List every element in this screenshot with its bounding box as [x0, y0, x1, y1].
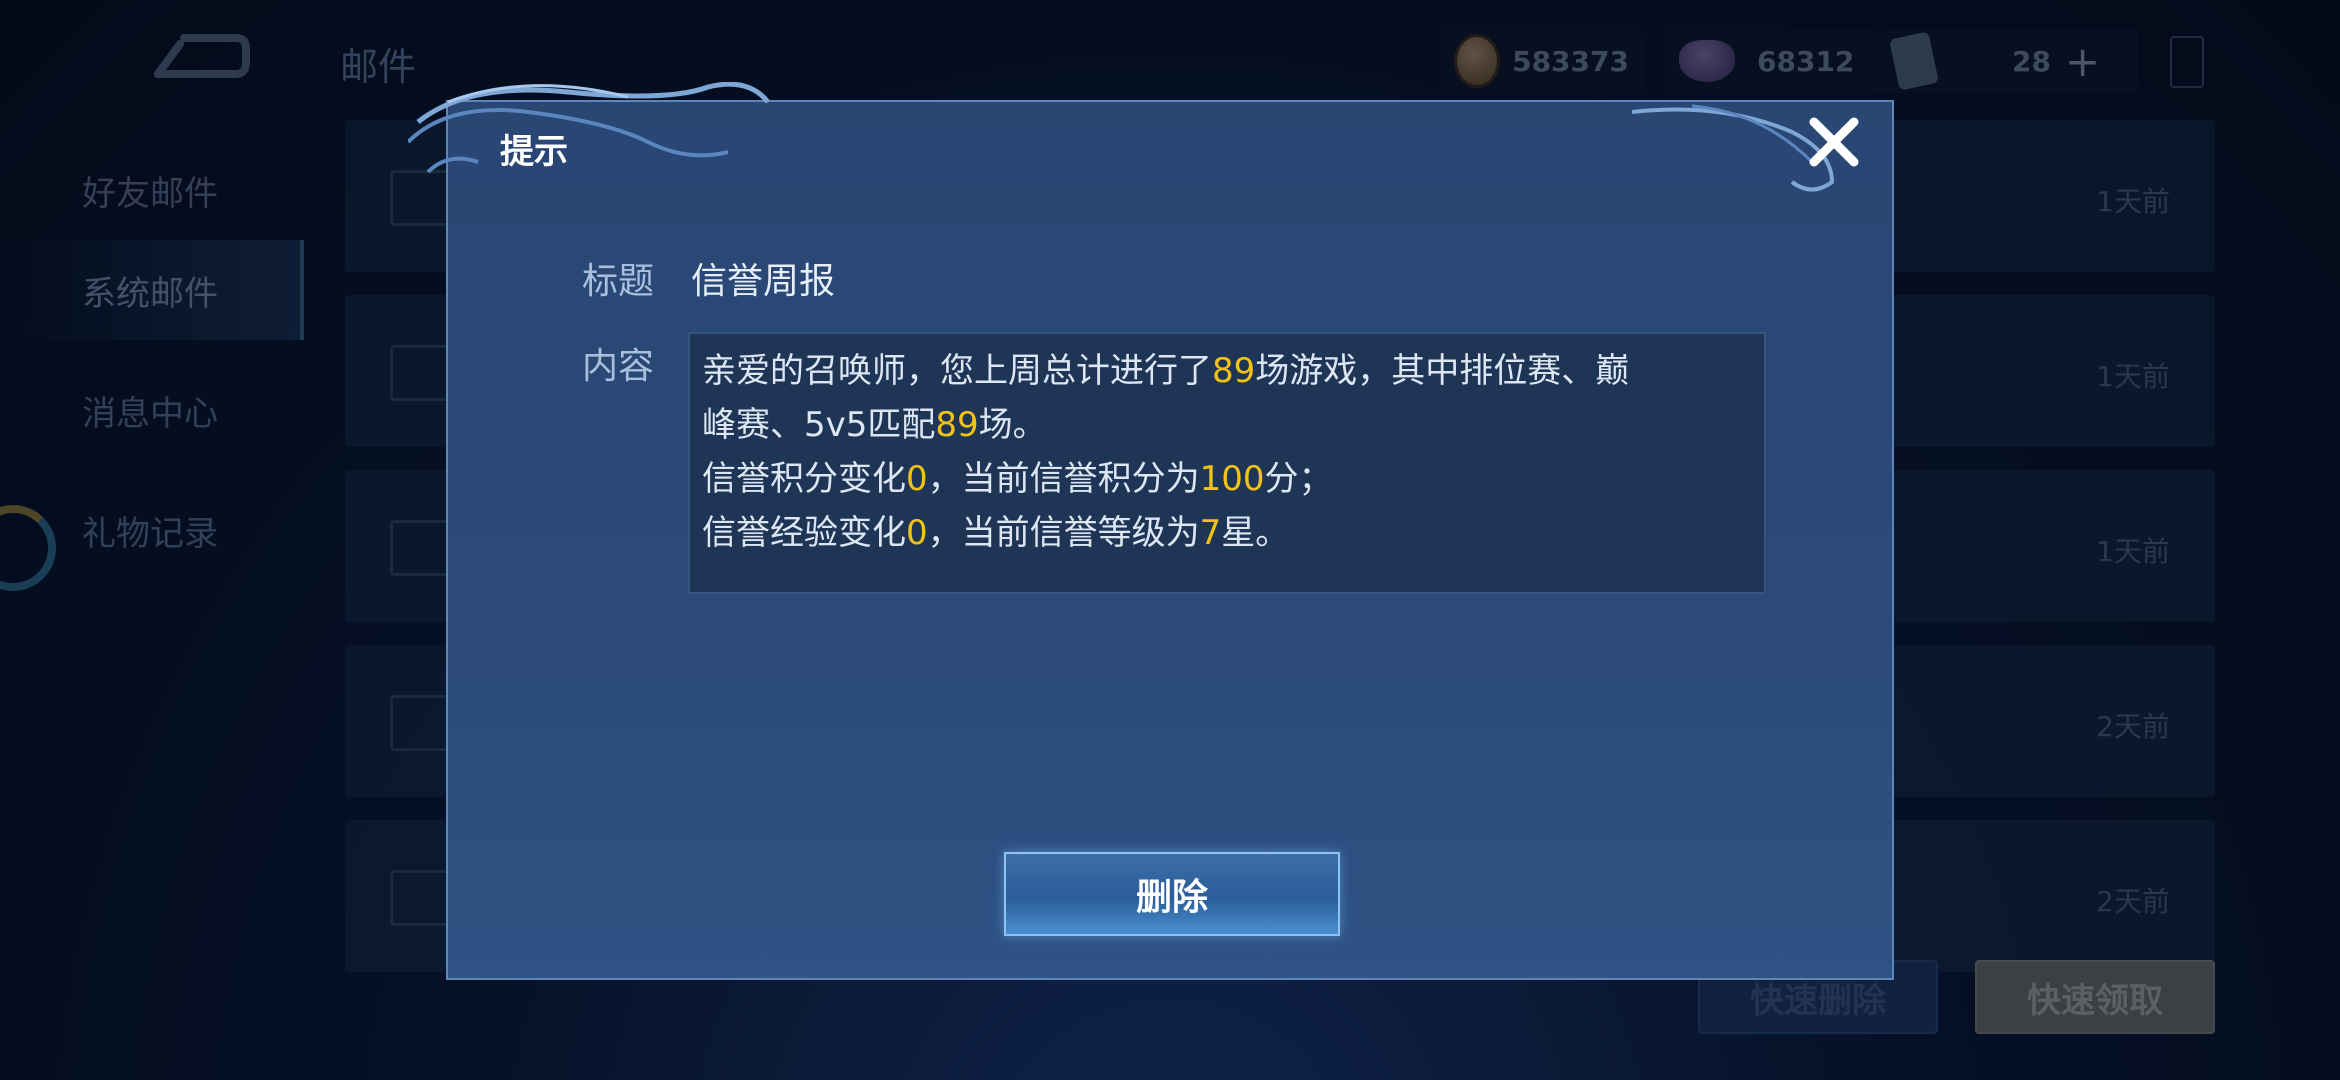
content-text: 分；	[1264, 459, 1333, 499]
content-text: 峰赛、5v5匹配	[702, 405, 936, 445]
highlight-value: 0	[906, 513, 928, 553]
mail-detail-dialog: 提示 标题 信誉周报 内容 亲爱的召唤师，您上周总计进行了89场游戏，其中排位赛…	[408, 82, 1894, 980]
content-text: 信誉经验变化	[702, 513, 906, 553]
close-button[interactable]	[1804, 112, 1864, 172]
content-line: 信誉积分变化0，当前信誉积分为100分；	[702, 452, 1752, 506]
content-line: 峰赛、5v5匹配89场。	[702, 398, 1752, 452]
content-line: 亲爱的召唤师，您上周总计进行了89场游戏，其中排位赛、巅	[702, 344, 1752, 398]
content-text: 亲爱的召唤师，您上周总计进行了	[702, 351, 1212, 391]
content-text: ，当前信誉积分为	[927, 459, 1200, 499]
decorative-swirl-icon	[408, 82, 770, 174]
close-icon	[1809, 117, 1859, 167]
subject-label: 标题	[582, 261, 655, 302]
content-box: 亲爱的召唤师，您上周总计进行了89场游戏，其中排位赛、巅 峰赛、5v5匹配89场…	[688, 332, 1766, 594]
content-text: 场游戏，其中排位赛、巅	[1255, 351, 1630, 391]
content-text: 场。	[978, 405, 1047, 445]
highlight-value: 100	[1199, 459, 1265, 499]
highlight-value: 89	[935, 405, 979, 445]
delete-button[interactable]: 删除	[1004, 852, 1340, 936]
content-line: 信誉经验变化0，当前信誉等级为7星。	[702, 506, 1752, 560]
subject-value: 信誉周报	[691, 261, 836, 302]
content-text: 星。	[1221, 513, 1290, 553]
highlight-value: 89	[1212, 351, 1256, 391]
content-text: 信誉积分变化	[702, 459, 906, 499]
content-label: 内容	[582, 346, 655, 387]
content-text: ，当前信誉等级为	[927, 513, 1200, 553]
highlight-value: 0	[906, 459, 928, 499]
highlight-value: 7	[1199, 513, 1222, 553]
dialog-title: 提示	[500, 132, 568, 172]
